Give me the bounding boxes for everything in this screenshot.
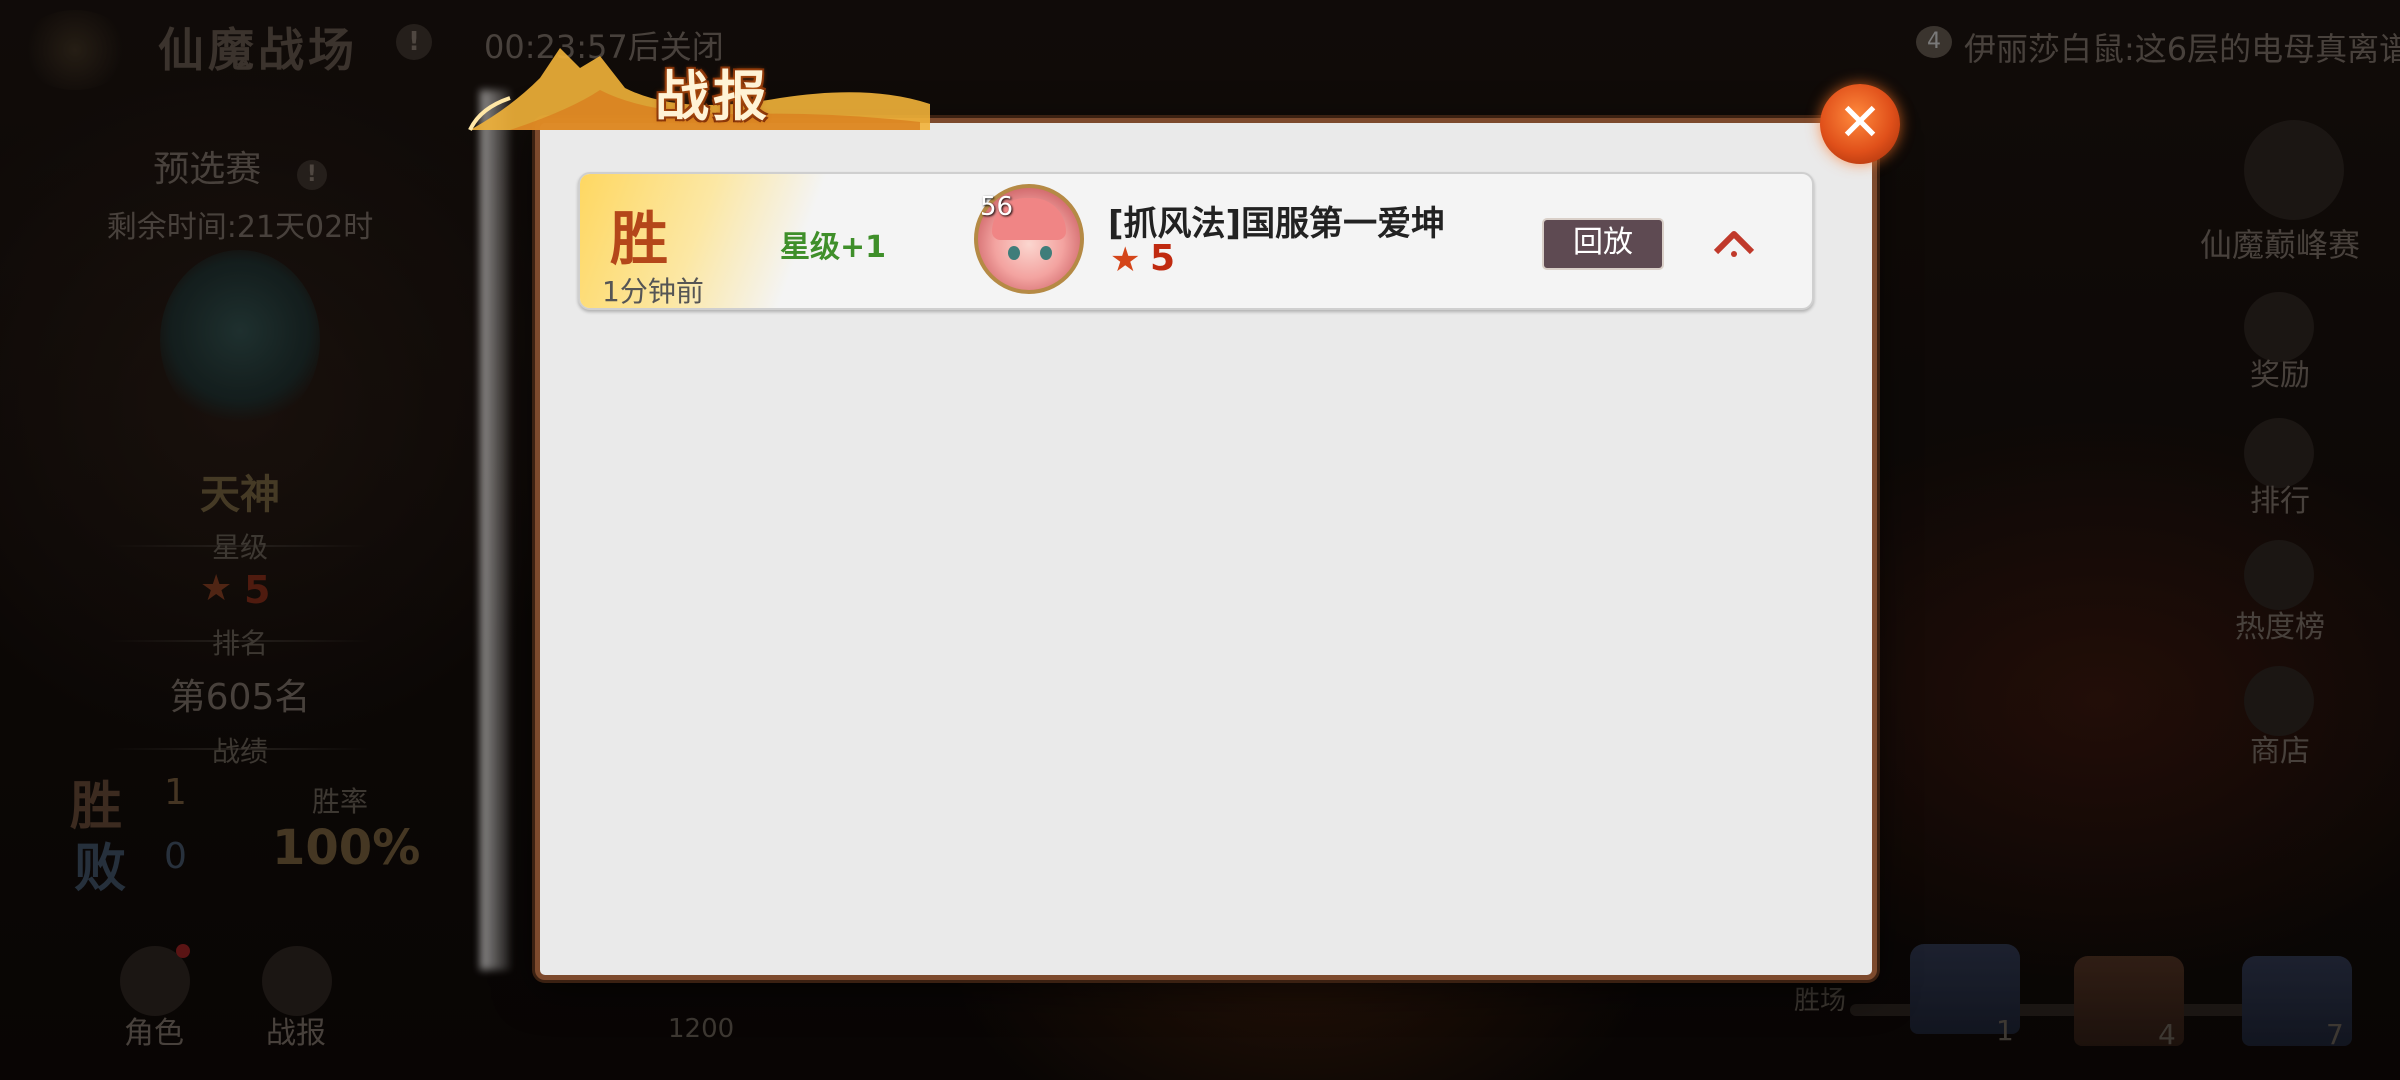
result-label: 胜 [610, 205, 669, 273]
replay-button[interactable]: 回放 [1542, 218, 1664, 270]
time-ago: 1分钟前 [602, 275, 704, 308]
star-change: 星级+1 [780, 230, 887, 265]
opponent-level: 56 [980, 192, 1014, 222]
dialog-title: 战报 [655, 65, 771, 128]
collapse-chevron-icon[interactable] [1712, 226, 1756, 260]
close-button[interactable]: ✕ [1820, 84, 1900, 164]
star-icon: ★ [1110, 240, 1141, 280]
battle-record-row: 胜 1分钟前 星级+1 56 [抓风法]国服第一爱坤 ★ 5 回放 [578, 172, 1814, 310]
opponent-star-value: 5 [1150, 238, 1176, 279]
dialog-side-glow [480, 90, 510, 970]
